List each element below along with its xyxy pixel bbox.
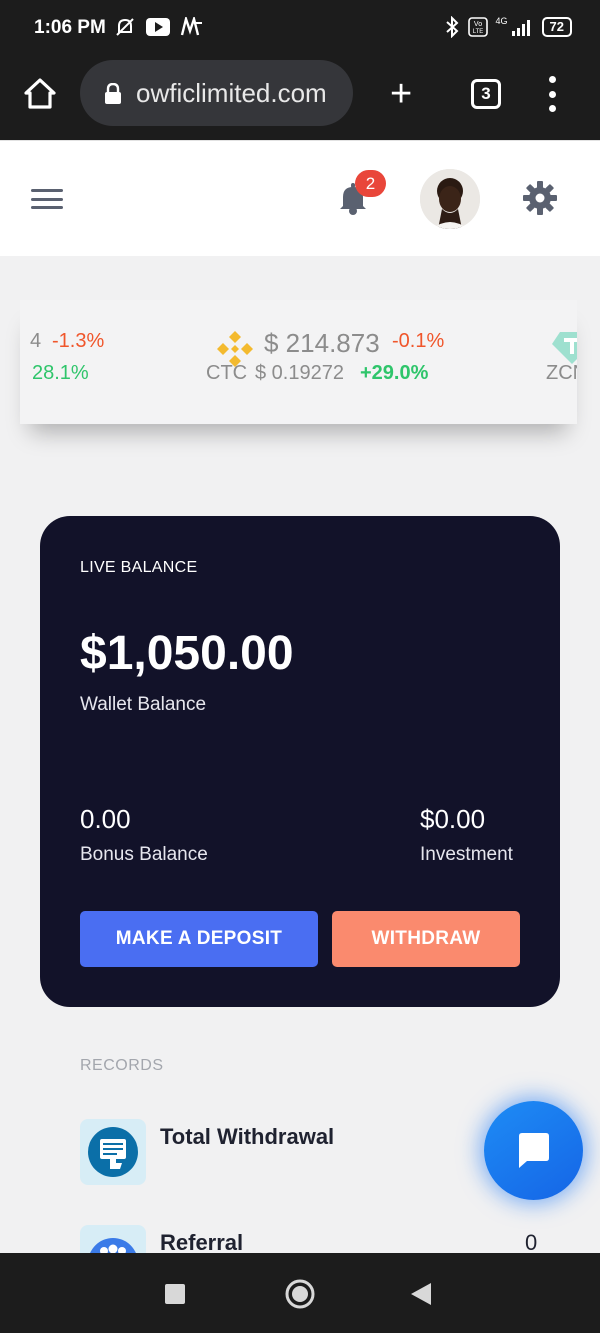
status-time: 1:06 PM <box>34 17 106 38</box>
app-header: 2 <box>0 140 600 256</box>
gear-icon[interactable] <box>522 180 558 216</box>
status-bar: 1:06 PM Vo LTE 4G 72 <box>0 0 600 58</box>
investment-value: $0.00 <box>420 804 486 834</box>
ticker-price: $ 0.19272 <box>255 362 344 384</box>
notifications-off-icon <box>116 18 134 36</box>
ticker-symbol: CTC <box>206 362 248 384</box>
ticker-price-fragment: 4 <box>30 330 42 352</box>
cash-register-icon <box>88 1127 138 1177</box>
avatar[interactable] <box>420 169 480 229</box>
records-label: RECORDS <box>80 1057 164 1074</box>
tether-coin-icon <box>552 332 577 364</box>
bluetooth-icon <box>445 16 458 38</box>
status-icons-left <box>114 16 204 38</box>
home-icon[interactable] <box>22 76 58 112</box>
tab-switcher-button[interactable]: 3 <box>471 79 501 109</box>
volte-icon: VoLTE <box>467 17 488 37</box>
ticker-change: +29.0% <box>360 362 429 384</box>
bonus-balance-caption: Bonus Balance <box>80 844 208 865</box>
hamburger-menu-icon[interactable] <box>31 189 63 209</box>
crypto-ticker: 4 -1.3% 28.1% $ 214.873 -0.1% CTC $ 0.19… <box>20 300 577 424</box>
withdraw-button[interactable]: WITHDRAW <box>332 911 520 967</box>
ticker-symbol: ZCN <box>546 362 577 384</box>
browser-toolbar: owficlimited.com + 3 <box>0 58 600 140</box>
wallet-balance-caption: Wallet Balance <box>80 694 207 715</box>
network-type: 4G <box>495 16 508 26</box>
recent-apps-icon[interactable] <box>164 1283 186 1305</box>
home-nav-icon[interactable] <box>284 1278 316 1310</box>
record-title-total-withdrawal: Total Withdrawal <box>160 1124 335 1149</box>
youtube-icon <box>146 18 170 36</box>
chat-button[interactable] <box>484 1101 583 1200</box>
make-deposit-button[interactable]: MAKE A DEPOSIT <box>80 911 318 967</box>
withdrawal-record-icon <box>80 1119 146 1185</box>
status-icons-right: Vo LTE 4G 72 <box>444 16 572 38</box>
ticker-price: $ 214.873 <box>264 328 380 358</box>
system-navigation-bar <box>0 1253 600 1333</box>
investment-caption: Investment <box>420 844 513 865</box>
address-bar[interactable]: owficlimited.com <box>80 60 353 126</box>
ticker-change: 28.1% <box>32 362 89 384</box>
lock-icon <box>105 83 121 104</box>
live-balance-label: LIVE BALANCE <box>80 559 198 576</box>
svg-text:LTE: LTE <box>472 29 483 35</box>
balance-card: LIVE BALANCE $1,050.00 Wallet Balance 0.… <box>40 516 560 1007</box>
ticker-change: -0.1% <box>392 330 445 352</box>
bonus-balance-value: 0.00 <box>80 804 131 834</box>
notification-badge: 2 <box>355 170 386 197</box>
back-icon[interactable] <box>410 1282 432 1306</box>
chat-icon <box>519 1133 549 1168</box>
url-text: owficlimited.com <box>136 78 327 108</box>
avatar-image <box>420 169 480 229</box>
new-tab-button[interactable]: + <box>390 75 412 113</box>
svg-text:Vo: Vo <box>473 21 481 28</box>
app-icon <box>180 17 202 36</box>
battery-icon: 72 <box>541 17 572 37</box>
ticker-change: -1.3% <box>52 330 105 352</box>
wallet-balance-amount: $1,050.00 <box>80 627 294 680</box>
browser-menu-button[interactable] <box>543 76 561 112</box>
signal-icon <box>511 20 530 36</box>
